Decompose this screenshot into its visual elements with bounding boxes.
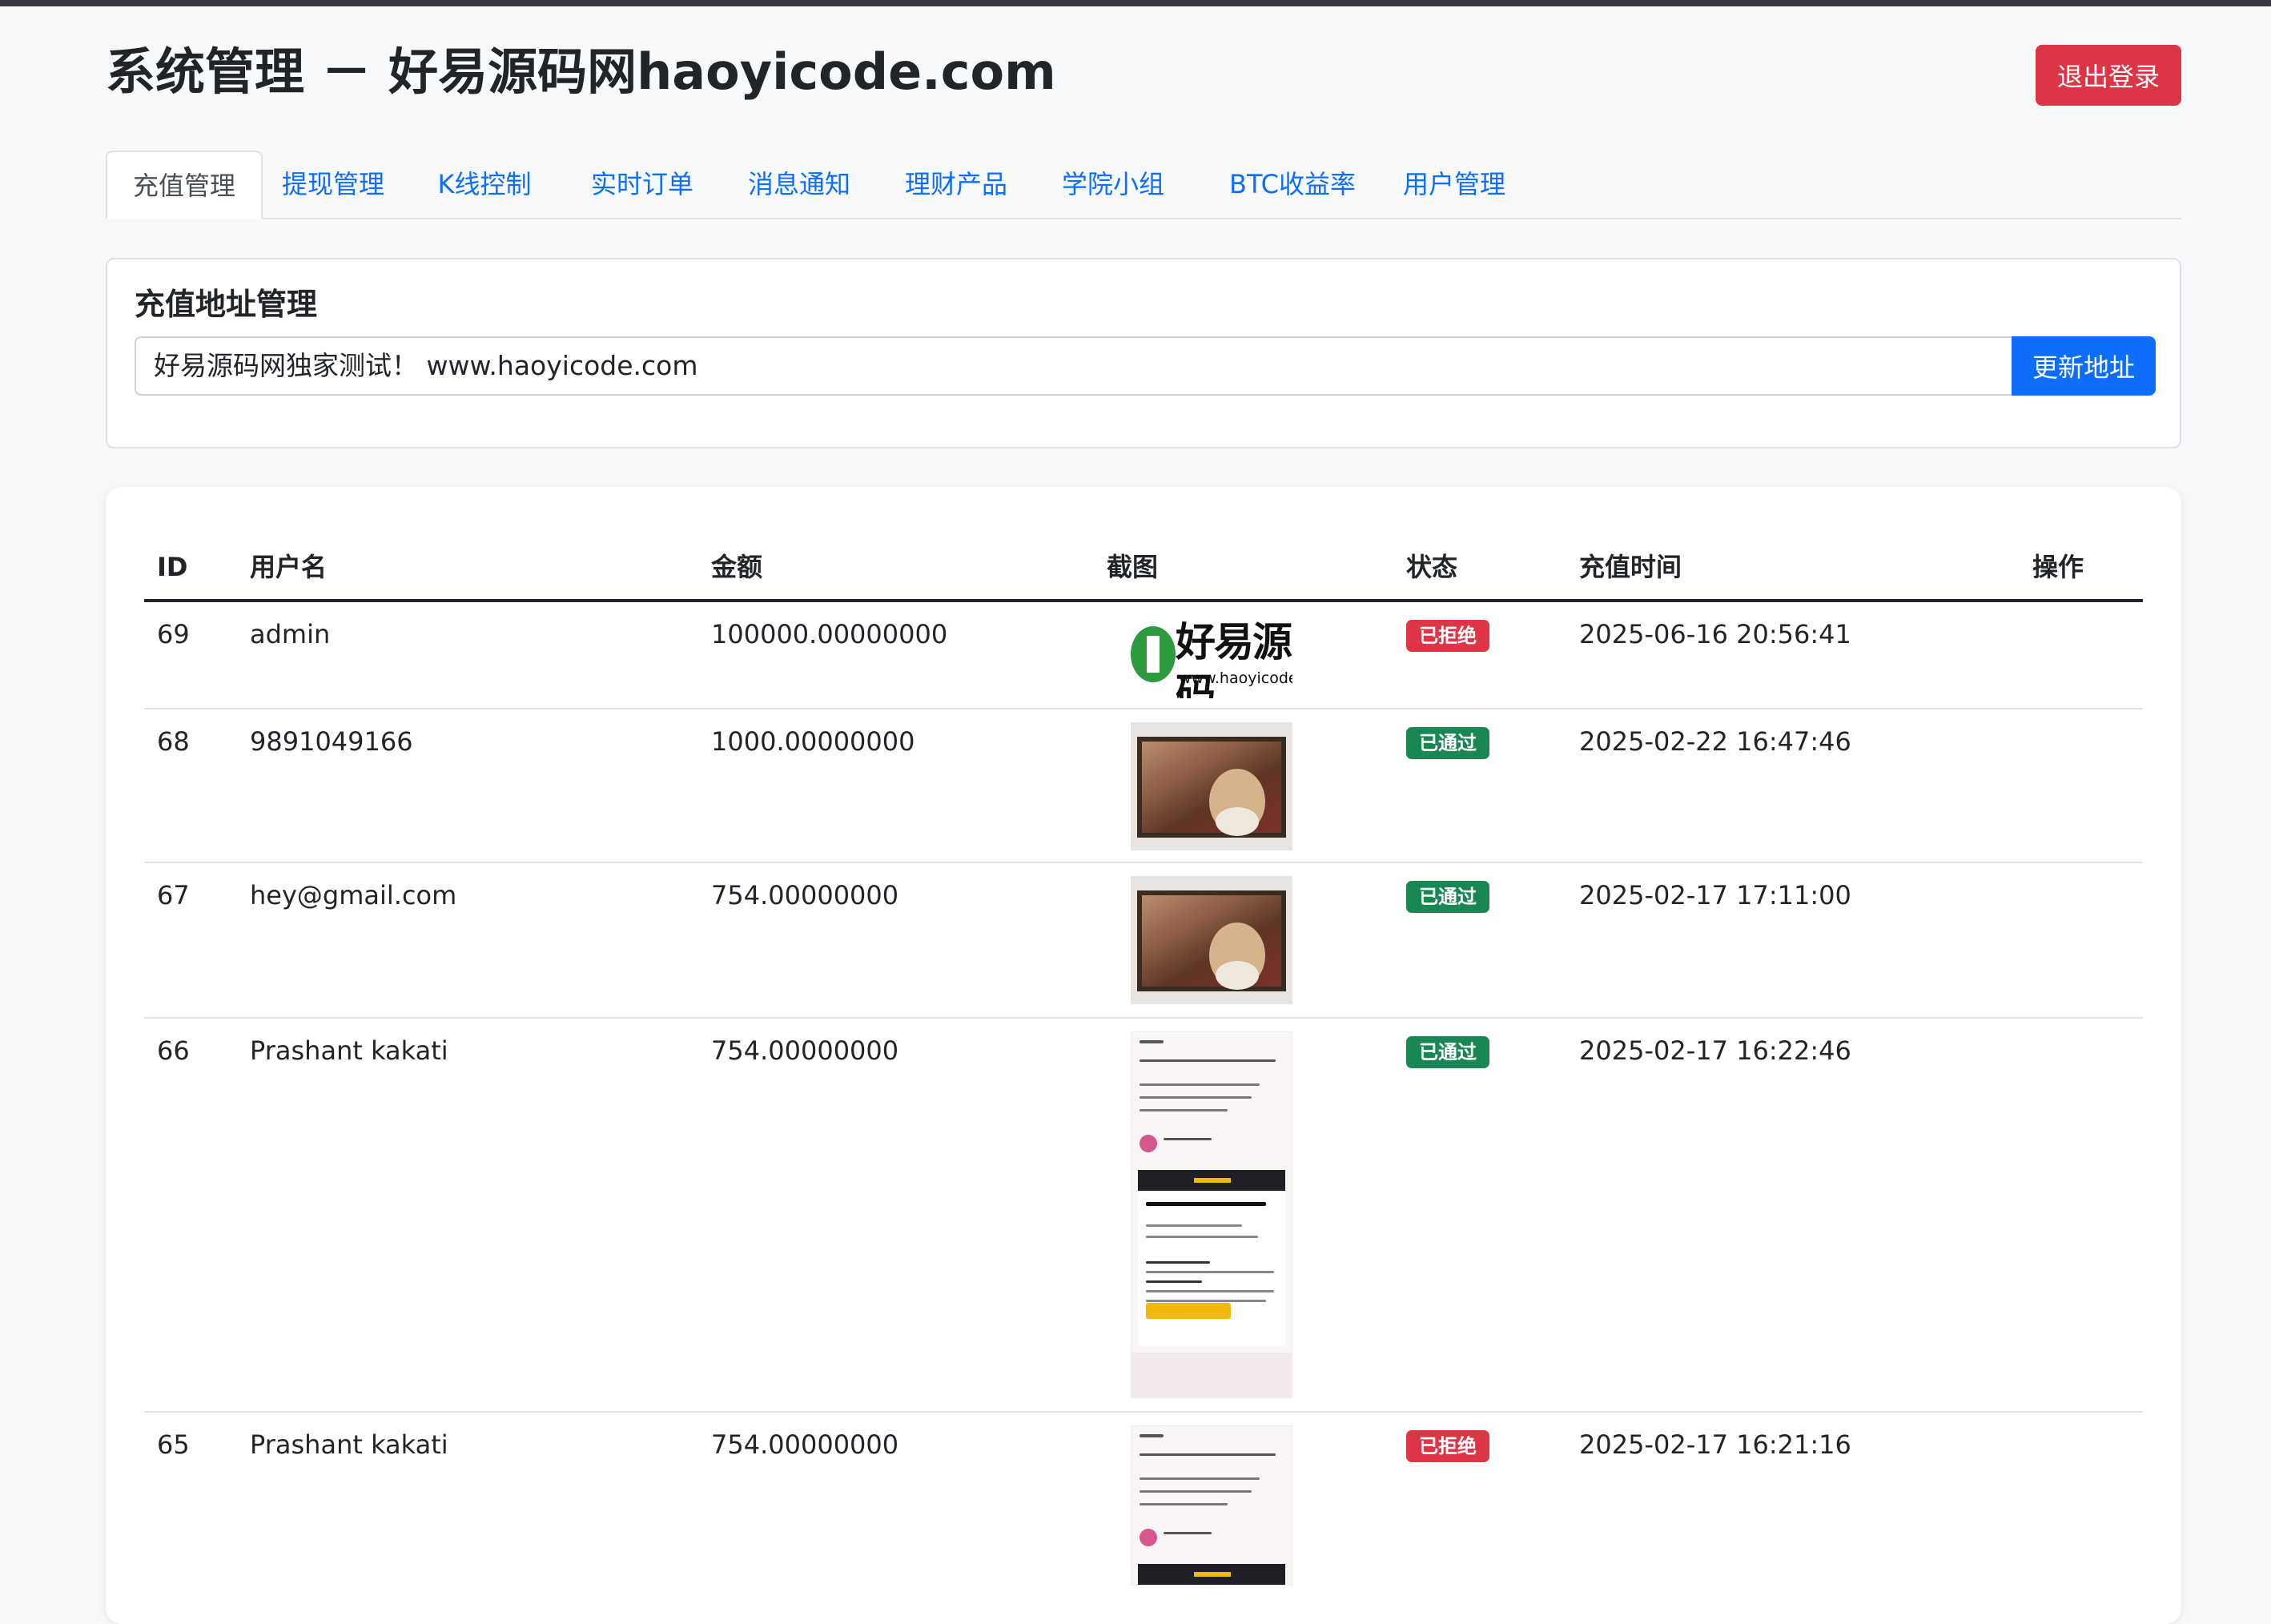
screenshot-thumbnail[interactable]	[1131, 1425, 1292, 1586]
row-id: 65	[157, 1429, 190, 1460]
nav-tabs: 充值管理 提现管理 K线控制 实时订单 消息通知 理财产品 学院小组 BTC收益…	[106, 151, 2181, 219]
top-bar	[0, 0, 2271, 6]
email-banner	[1138, 1564, 1285, 1585]
header-time: 充值时间	[1579, 552, 1682, 582]
row-username: Prashant kakati	[250, 1429, 448, 1460]
tab-kline-control[interactable]: K线控制	[432, 151, 537, 218]
row-time: 2025-02-17 17:11:00	[1579, 880, 1851, 910]
avatar	[1140, 1529, 1157, 1546]
tab-withdraw-management[interactable]: 提现管理	[277, 151, 389, 218]
row-time: 2025-06-16 20:56:41	[1579, 619, 1851, 649]
address-panel: 充值地址管理 好易源码网独家测试！ www.haoyicode.com 更新地址	[106, 258, 2181, 448]
table-row: 69 admin 100000.00000000 好易源码 www.haoyic…	[144, 602, 2143, 709]
tab-academy-groups[interactable]: 学院小组	[1057, 151, 1169, 218]
portrait-image	[1142, 742, 1281, 836]
row-username: admin	[250, 619, 331, 649]
row-time: 2025-02-17 16:22:46	[1579, 1035, 1851, 1066]
header-id: ID	[157, 552, 188, 582]
recharge-table: ID 用户名 金额 截图 状态 充值时间 操作 69 admin 100000.…	[106, 487, 2181, 1624]
logo-icon	[1131, 626, 1176, 682]
page-title: 系统管理 － 好易源码网haoyicode.com	[106, 42, 1056, 101]
row-id: 68	[157, 726, 190, 757]
portrait-image	[1142, 895, 1281, 990]
table-header: ID 用户名 金额 截图 状态 充值时间 操作	[144, 535, 2143, 602]
status-badge: 已通过	[1406, 881, 1489, 913]
row-time: 2025-02-22 16:47:46	[1579, 726, 1851, 757]
page-header: 系统管理 － 好易源码网haoyicode.com 退出登录	[106, 35, 2181, 115]
tab-wealth-products[interactable]: 理财产品	[900, 151, 1012, 218]
row-time: 2025-02-17 16:21:16	[1579, 1429, 1851, 1460]
row-username: hey@gmail.com	[250, 880, 457, 910]
logo-url: www.haoyicode.com	[1179, 669, 1292, 687]
row-amount: 100000.00000000	[711, 619, 948, 649]
row-amount: 754.00000000	[711, 880, 899, 910]
status-badge: 已拒绝	[1406, 1430, 1489, 1462]
address-input[interactable]: 好易源码网独家测试！ www.haoyicode.com	[135, 336, 2012, 396]
screenshot-thumbnail[interactable]	[1131, 876, 1292, 1004]
header-amount: 金额	[711, 552, 763, 582]
row-amount: 754.00000000	[711, 1429, 899, 1460]
status-badge: 已拒绝	[1406, 620, 1489, 652]
row-username: Prashant kakati	[250, 1035, 448, 1066]
row-username: 9891049166	[250, 726, 413, 757]
header-screenshot: 截图	[1107, 552, 1159, 582]
table-row: 67 hey@gmail.com 754.00000000 已通过 2025-0…	[144, 863, 2143, 1019]
header-actions: 操作	[2032, 552, 2084, 582]
table-row: 68 9891049166 1000.00000000 已通过 2025-02-…	[144, 709, 2143, 863]
screenshot-thumbnail[interactable]: 好易源码 www.haoyicode.com	[1131, 615, 1292, 698]
logout-button[interactable]: 退出登录	[2036, 45, 2181, 106]
update-address-button[interactable]: 更新地址	[2012, 336, 2156, 396]
header-status: 状态	[1406, 552, 1458, 582]
address-panel-title: 充值地址管理	[135, 287, 318, 322]
row-id: 67	[157, 880, 190, 910]
status-badge: 已通过	[1406, 727, 1489, 759]
row-amount: 754.00000000	[711, 1035, 899, 1066]
email-banner	[1138, 1170, 1285, 1191]
avatar	[1140, 1135, 1157, 1152]
tab-recharge-management[interactable]: 充值管理	[106, 151, 263, 219]
table-row: 65 Prashant kakati 754.00000000 已拒绝 2025…	[144, 1413, 2143, 1624]
tab-live-orders[interactable]: 实时订单	[586, 151, 698, 218]
screenshot-thumbnail[interactable]	[1131, 722, 1292, 850]
status-badge: 已通过	[1406, 1036, 1489, 1068]
tab-btc-yield[interactable]: BTC收益率	[1220, 151, 1365, 218]
row-amount: 1000.00000000	[711, 726, 915, 757]
row-id: 66	[157, 1035, 190, 1066]
row-id: 69	[157, 619, 190, 649]
tab-notifications[interactable]: 消息通知	[743, 151, 855, 218]
header-username: 用户名	[250, 552, 328, 582]
screenshot-thumbnail[interactable]	[1131, 1031, 1292, 1398]
table-row: 66 Prashant kakati 754.00000000 已通过 2025…	[144, 1019, 2143, 1413]
tab-user-management[interactable]: 用户管理	[1398, 151, 1510, 218]
